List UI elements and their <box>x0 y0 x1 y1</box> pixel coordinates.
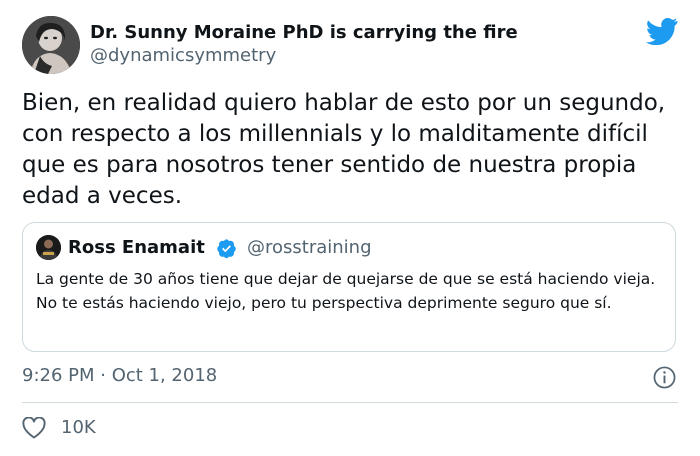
quoted-author-name[interactable]: Ross Enamait <box>68 236 205 260</box>
tweet-timestamp[interactable]: 9:26 PM · Oct 1, 2018 <box>22 364 217 388</box>
author-avatar[interactable] <box>22 16 80 74</box>
quoted-tweet[interactable]: Ross Enamait @rosstraining La gente de 3… <box>22 222 676 352</box>
twitter-bird-icon[interactable] <box>646 17 678 45</box>
quoted-avatar-image <box>36 235 61 260</box>
quoted-author-handle[interactable]: @rosstraining <box>247 236 372 260</box>
divider <box>22 402 678 403</box>
like-count[interactable]: 10K <box>61 416 96 440</box>
heart-icon[interactable] <box>22 417 46 439</box>
avatar-image <box>22 16 80 74</box>
quoted-author-avatar[interactable] <box>36 235 61 260</box>
tweet-card: Dr. Sunny Moraine PhD is carrying the fi… <box>0 0 700 456</box>
verified-badge-icon <box>217 239 236 259</box>
author-name[interactable]: Dr. Sunny Moraine PhD is carrying the fi… <box>90 21 518 45</box>
info-icon[interactable] <box>653 366 676 389</box>
author-handle[interactable]: @dynamicsymmetry <box>90 44 276 68</box>
quoted-tweet-text: La gente de 30 años tiene que dejar de q… <box>36 270 656 312</box>
tweet-text: Bien, en realidad quiero hablar de esto … <box>22 90 666 209</box>
